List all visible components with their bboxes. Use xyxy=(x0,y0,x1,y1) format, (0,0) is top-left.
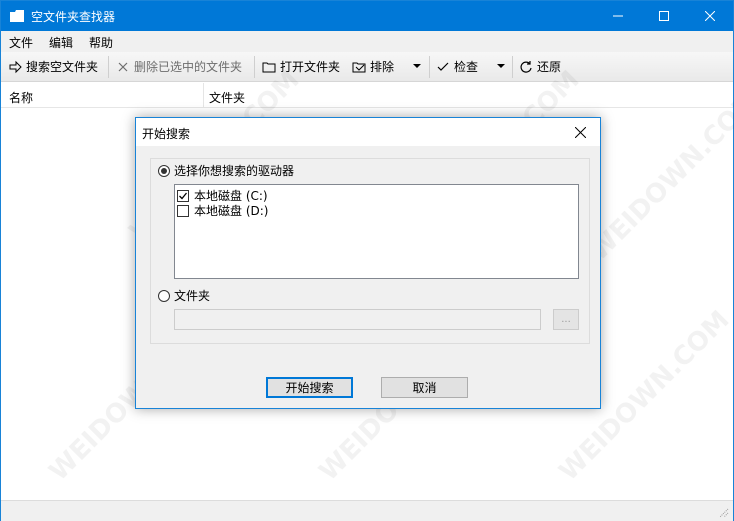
delete-selected-label: 删除已选中的文件夹 xyxy=(134,60,243,74)
toolbar-separator xyxy=(254,56,255,78)
close-button[interactable] xyxy=(687,1,733,31)
checkmark-icon xyxy=(437,62,449,71)
exclude-dropdown-icon[interactable] xyxy=(413,64,421,68)
status-bar xyxy=(1,500,733,521)
toolbar-separator xyxy=(108,56,109,78)
drives-radio[interactable]: 选择你想搜索的驱动器 xyxy=(158,162,294,179)
start-search-dialog: 开始搜索 选择你想搜索的驱动器 本地磁盘 (C:) 本地磁盘 (D:) 文件夹 … xyxy=(135,117,601,409)
radio-selected-icon xyxy=(158,164,170,177)
drive-list[interactable]: 本地磁盘 (C:) 本地磁盘 (D:) xyxy=(174,184,579,279)
close-icon xyxy=(705,11,715,21)
check-label: 检查 xyxy=(454,60,479,74)
delete-selected-button[interactable]: 删除已选中的文件夹 xyxy=(115,55,242,78)
menu-file[interactable]: 文件 xyxy=(9,34,33,51)
folder-path-field[interactable] xyxy=(174,309,541,330)
menu-bar: 文件 编辑 帮助 xyxy=(1,31,733,52)
minimize-icon xyxy=(613,15,623,17)
start-search-button[interactable]: 开始搜索 xyxy=(266,377,353,398)
arrow-right-icon xyxy=(9,60,22,73)
radio-unselected-icon xyxy=(158,289,170,302)
maximize-icon xyxy=(659,11,669,21)
search-empty-folders-button[interactable]: 搜索空文件夹 xyxy=(7,55,98,78)
close-icon xyxy=(574,126,586,138)
menu-help[interactable]: 帮助 xyxy=(89,34,113,51)
check-button[interactable]: 检查 xyxy=(435,55,478,78)
toolbar: 搜索空文件夹 删除已选中的文件夹 打开文件夹 排除 检查 还原 xyxy=(1,52,733,82)
list-header: 名称 文件夹 xyxy=(1,83,733,108)
dialog-title-bar[interactable]: 开始搜索 xyxy=(136,118,600,146)
menu-edit[interactable]: 编辑 xyxy=(49,34,73,51)
browse-button[interactable]: ... xyxy=(553,309,579,330)
folder-radio-label: 文件夹 xyxy=(174,289,211,303)
maximize-button[interactable] xyxy=(641,1,687,31)
exclude-button[interactable]: 排除 xyxy=(351,55,394,78)
refresh-icon xyxy=(520,60,532,73)
drive-label-d: 本地磁盘 (D:) xyxy=(194,204,269,218)
resize-grip-icon[interactable] xyxy=(717,506,729,518)
column-divider[interactable] xyxy=(203,83,204,107)
search-empty-folders-label: 搜索空文件夹 xyxy=(26,60,99,74)
app-icon xyxy=(10,10,24,22)
watermark: WEIDOWN.COM xyxy=(583,85,734,267)
drives-radio-label: 选择你想搜索的驱动器 xyxy=(174,164,295,178)
restore-button[interactable]: 还原 xyxy=(518,55,561,78)
column-name-header[interactable]: 名称 xyxy=(9,89,33,106)
folder-radio[interactable]: 文件夹 xyxy=(158,287,210,304)
dialog-title: 开始搜索 xyxy=(142,127,191,141)
column-folder-header[interactable]: 文件夹 xyxy=(209,89,245,106)
drive-item-d[interactable]: 本地磁盘 (D:) xyxy=(177,202,268,219)
open-folder-button[interactable]: 打开文件夹 xyxy=(261,55,340,78)
restore-label: 还原 xyxy=(537,60,562,74)
exclude-folder-icon xyxy=(352,62,366,72)
open-folder-label: 打开文件夹 xyxy=(280,60,341,74)
checkbox-checked-icon[interactable] xyxy=(177,189,189,202)
window-title: 空文件夹查找器 xyxy=(31,10,116,24)
cancel-button[interactable]: 取消 xyxy=(381,377,468,398)
app-window: 空文件夹查找器 文件 编辑 帮助 搜索空文件夹 删除已选中的文件夹 打开文件夹 xyxy=(0,0,734,521)
delete-x-icon xyxy=(118,62,128,71)
toolbar-separator xyxy=(512,56,513,78)
exclude-label: 排除 xyxy=(370,60,395,74)
minimize-button[interactable] xyxy=(595,1,641,31)
folder-icon xyxy=(262,62,276,72)
dialog-close-button[interactable] xyxy=(562,118,598,146)
toolbar-separator xyxy=(429,56,430,78)
checkbox-unchecked-icon[interactable] xyxy=(177,204,189,217)
check-dropdown-icon[interactable] xyxy=(497,64,505,68)
title-bar[interactable]: 空文件夹查找器 xyxy=(1,1,733,31)
